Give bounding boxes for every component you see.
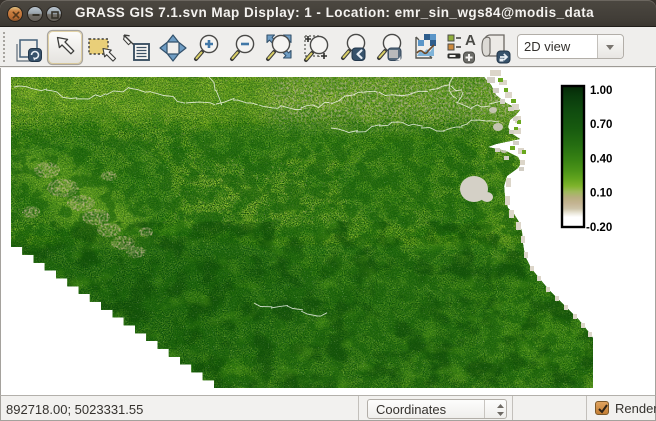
svg-text:A: A <box>465 32 476 49</box>
svg-text:0.70: 0.70 <box>590 119 612 131</box>
svg-text:0.40: 0.40 <box>590 154 612 166</box>
svg-text:0.10: 0.10 <box>590 188 612 200</box>
svg-text:-0.20: -0.20 <box>586 222 612 234</box>
svg-text:1.00: 1.00 <box>590 85 612 97</box>
